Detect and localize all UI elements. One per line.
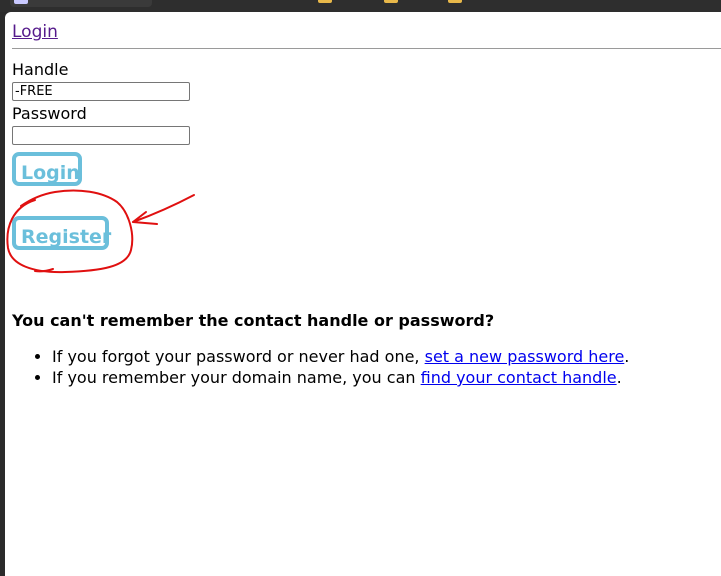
reset-password-link[interactable]: set a new password here <box>425 347 625 366</box>
help-item-suffix: . <box>624 347 630 366</box>
red-arrowhead-icon <box>132 211 158 225</box>
red-arrow-annotation-icon <box>132 194 195 223</box>
register-button[interactable]: Register <box>12 216 111 250</box>
help-item-suffix: . <box>616 368 622 387</box>
password-label: Password <box>12 104 87 123</box>
help-list: If you forgot your password or never had… <box>12 346 629 388</box>
bookmark-folder-icon[interactable] <box>448 0 462 3</box>
bookmark-folder-icon[interactable] <box>384 0 398 3</box>
browser-top-strip <box>0 0 721 12</box>
list-item: If you remember your domain name, you ca… <box>52 367 629 388</box>
page-content: Login Handle Password Login Register You… <box>5 12 721 576</box>
help-item-text: If you forgot your password or never had… <box>52 347 425 366</box>
login-button[interactable]: Login <box>12 152 82 186</box>
handle-input[interactable] <box>12 82 190 101</box>
list-item: If you forgot your password or never had… <box>52 346 629 367</box>
handle-label: Handle <box>12 60 69 79</box>
tab-favicon-icon <box>14 0 28 4</box>
password-input[interactable] <box>12 126 190 145</box>
help-heading: You can't remember the contact handle or… <box>12 311 495 330</box>
bookmark-folder-icon[interactable] <box>318 0 332 3</box>
browser-tab[interactable] <box>10 0 152 7</box>
login-nav-link[interactable]: Login <box>12 22 58 42</box>
help-item-text: If you remember your domain name, you ca… <box>52 368 421 387</box>
red-circle-tail-icon <box>34 268 54 273</box>
divider <box>12 48 721 49</box>
find-contact-handle-link[interactable]: find your contact handle <box>421 368 617 387</box>
